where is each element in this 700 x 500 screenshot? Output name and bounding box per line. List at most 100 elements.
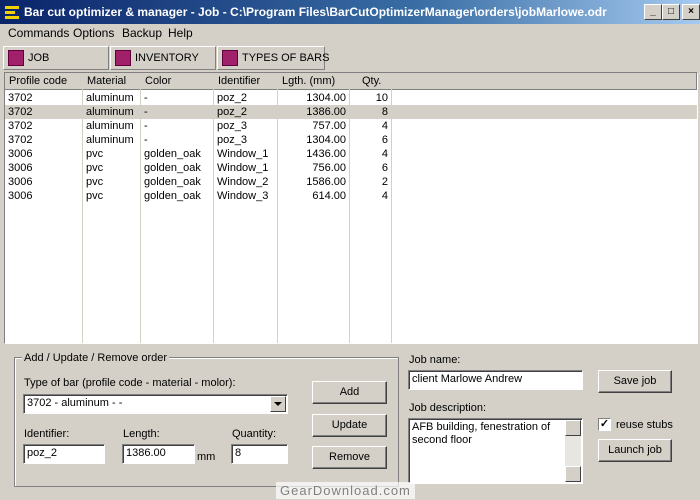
cell-material: aluminum — [83, 133, 141, 147]
menu-help[interactable]: Help — [168, 26, 193, 40]
column-header-filler — [392, 73, 697, 90]
minimize-button[interactable]: _ — [644, 4, 662, 20]
cell-profile-code: 3702 — [5, 133, 83, 147]
column-header-length[interactable]: Lgth. (mm) — [278, 73, 350, 90]
cell-profile-code: 3702 — [5, 119, 83, 133]
tab-label: JOB — [28, 52, 50, 64]
menu-bar: Commands Options Backup Help — [0, 24, 700, 42]
cell-quantity: 4 — [350, 119, 392, 133]
cell-identifier: poz_2 — [214, 105, 278, 119]
save-job-button[interactable]: Save job — [598, 370, 672, 393]
app-icon — [5, 6, 19, 19]
cell-profile-code: 3702 — [5, 91, 83, 105]
bars-icon — [222, 50, 238, 66]
cell-length: 614.00 — [278, 189, 350, 203]
tab-types-of-bars[interactable]: TYPES OF BARS — [217, 46, 329, 70]
cell-material: pvc — [83, 147, 141, 161]
menu-commands[interactable]: Commands — [8, 26, 69, 40]
table-row[interactable]: 3006 pvc golden_oak Window_2 1586.00 2 — [5, 175, 697, 189]
tab-inventory[interactable]: INVENTORY — [110, 46, 216, 70]
job-description-text: AFB building, fenestration of second flo… — [412, 421, 551, 446]
identifier-input[interactable]: poz_2 — [23, 444, 105, 464]
cell-material: pvc — [83, 189, 141, 203]
cell-color: - — [141, 119, 214, 133]
table-row[interactable]: 3702 aluminum - poz_3 1304.00 6 — [5, 133, 697, 147]
cell-identifier: Window_1 — [214, 147, 278, 161]
cell-identifier: Window_2 — [214, 175, 278, 189]
update-button[interactable]: Update — [312, 414, 387, 437]
tab-label: INVENTORY — [135, 52, 199, 64]
table-row[interactable]: 3702 aluminum - poz_2 1304.00 10 — [5, 91, 697, 105]
cell-quantity: 10 — [350, 91, 392, 105]
table-row[interactable]: 3006 pvc golden_oak Window_1 1436.00 4 — [5, 147, 697, 161]
remove-button[interactable]: Remove — [312, 446, 387, 469]
column-header-material[interactable]: Material — [83, 73, 141, 90]
column-header-profile-code[interactable]: Profile code — [5, 73, 83, 90]
cell-quantity: 6 — [350, 133, 392, 147]
job-name-label: Job name: — [409, 354, 461, 366]
cell-length: 1586.00 — [278, 175, 350, 189]
cell-profile-code: 3702 — [5, 105, 83, 119]
column-header-quantity[interactable]: Qty. — [350, 73, 392, 90]
launch-job-button[interactable]: Launch job — [598, 439, 672, 462]
length-input[interactable]: 1386.00 — [122, 444, 195, 464]
job-description-label: Job description: — [409, 402, 487, 414]
type-of-bar-label: Type of bar (profile code - material - m… — [24, 377, 236, 389]
title-bar: Bar cut optimizer & manager - Job - C:\P… — [0, 0, 700, 24]
column-header-identifier[interactable]: Identifier — [214, 73, 278, 90]
cell-length: 756.00 — [278, 161, 350, 175]
description-scrollbar[interactable] — [565, 420, 581, 482]
tab-label: TYPES OF BARS — [242, 52, 330, 64]
cell-profile-code: 3006 — [5, 161, 83, 175]
cell-material: aluminum — [83, 119, 141, 133]
cell-length: 1304.00 — [278, 133, 350, 147]
cell-identifier: poz_2 — [214, 91, 278, 105]
cell-quantity: 4 — [350, 189, 392, 203]
type-of-bar-select[interactable]: 3702 - aluminum - - — [23, 394, 288, 414]
add-button[interactable]: Add — [312, 381, 387, 404]
length-label: Length: — [123, 428, 160, 440]
cell-quantity: 8 — [350, 105, 392, 119]
table-row[interactable]: 3006 pvc golden_oak Window_1 756.00 6 — [5, 161, 697, 175]
identifier-label: Identifier: — [24, 428, 70, 440]
menu-options[interactable]: Options — [73, 26, 114, 40]
cell-profile-code: 3006 — [5, 175, 83, 189]
job-description-textarea[interactable]: AFB building, fenestration of second flo… — [408, 418, 583, 484]
reuse-stubs-checkbox[interactable]: ✓ — [598, 418, 611, 431]
watermark: GearDownload.com — [276, 482, 415, 499]
cell-length: 1386.00 — [278, 105, 350, 119]
cell-identifier: Window_1 — [214, 161, 278, 175]
menu-backup[interactable]: Backup — [122, 26, 162, 40]
scroll-up-icon[interactable] — [565, 420, 581, 436]
cell-color: golden_oak — [141, 189, 214, 203]
orders-table[interactable]: Profile code Material Color Identifier L… — [4, 72, 698, 344]
cell-length: 1436.00 — [278, 147, 350, 161]
chevron-down-icon[interactable] — [270, 396, 286, 412]
cell-material: pvc — [83, 175, 141, 189]
quantity-input[interactable]: 8 — [231, 444, 288, 464]
cell-length: 757.00 — [278, 119, 350, 133]
cell-profile-code: 3006 — [5, 189, 83, 203]
cell-material: pvc — [83, 161, 141, 175]
window-title: Bar cut optimizer & manager - Job - C:\P… — [24, 5, 607, 19]
table-row[interactable]: 3702 aluminum - poz_3 757.00 4 — [5, 119, 697, 133]
cell-color: - — [141, 133, 214, 147]
table-row[interactable]: 3702 aluminum - poz_2 1386.00 8 — [5, 105, 697, 119]
cell-color: golden_oak — [141, 175, 214, 189]
length-unit: mm — [197, 451, 216, 463]
job-name-input[interactable]: client Marlowe Andrew — [408, 370, 583, 390]
reuse-stubs-label: reuse stubs — [616, 419, 673, 431]
maximize-button[interactable]: □ — [662, 4, 680, 20]
cell-color: - — [141, 105, 214, 119]
cell-quantity: 4 — [350, 147, 392, 161]
cell-quantity: 6 — [350, 161, 392, 175]
key-icon — [8, 50, 24, 66]
cell-length: 1304.00 — [278, 91, 350, 105]
table-row[interactable]: 3006 pvc golden_oak Window_3 614.00 4 — [5, 189, 697, 203]
column-header-color[interactable]: Color — [141, 73, 214, 90]
tab-job[interactable]: JOB — [3, 46, 109, 70]
cell-identifier: Window_3 — [214, 189, 278, 203]
scroll-down-icon[interactable] — [565, 466, 581, 482]
cell-identifier: poz_3 — [214, 119, 278, 133]
close-button[interactable]: × — [682, 4, 700, 20]
